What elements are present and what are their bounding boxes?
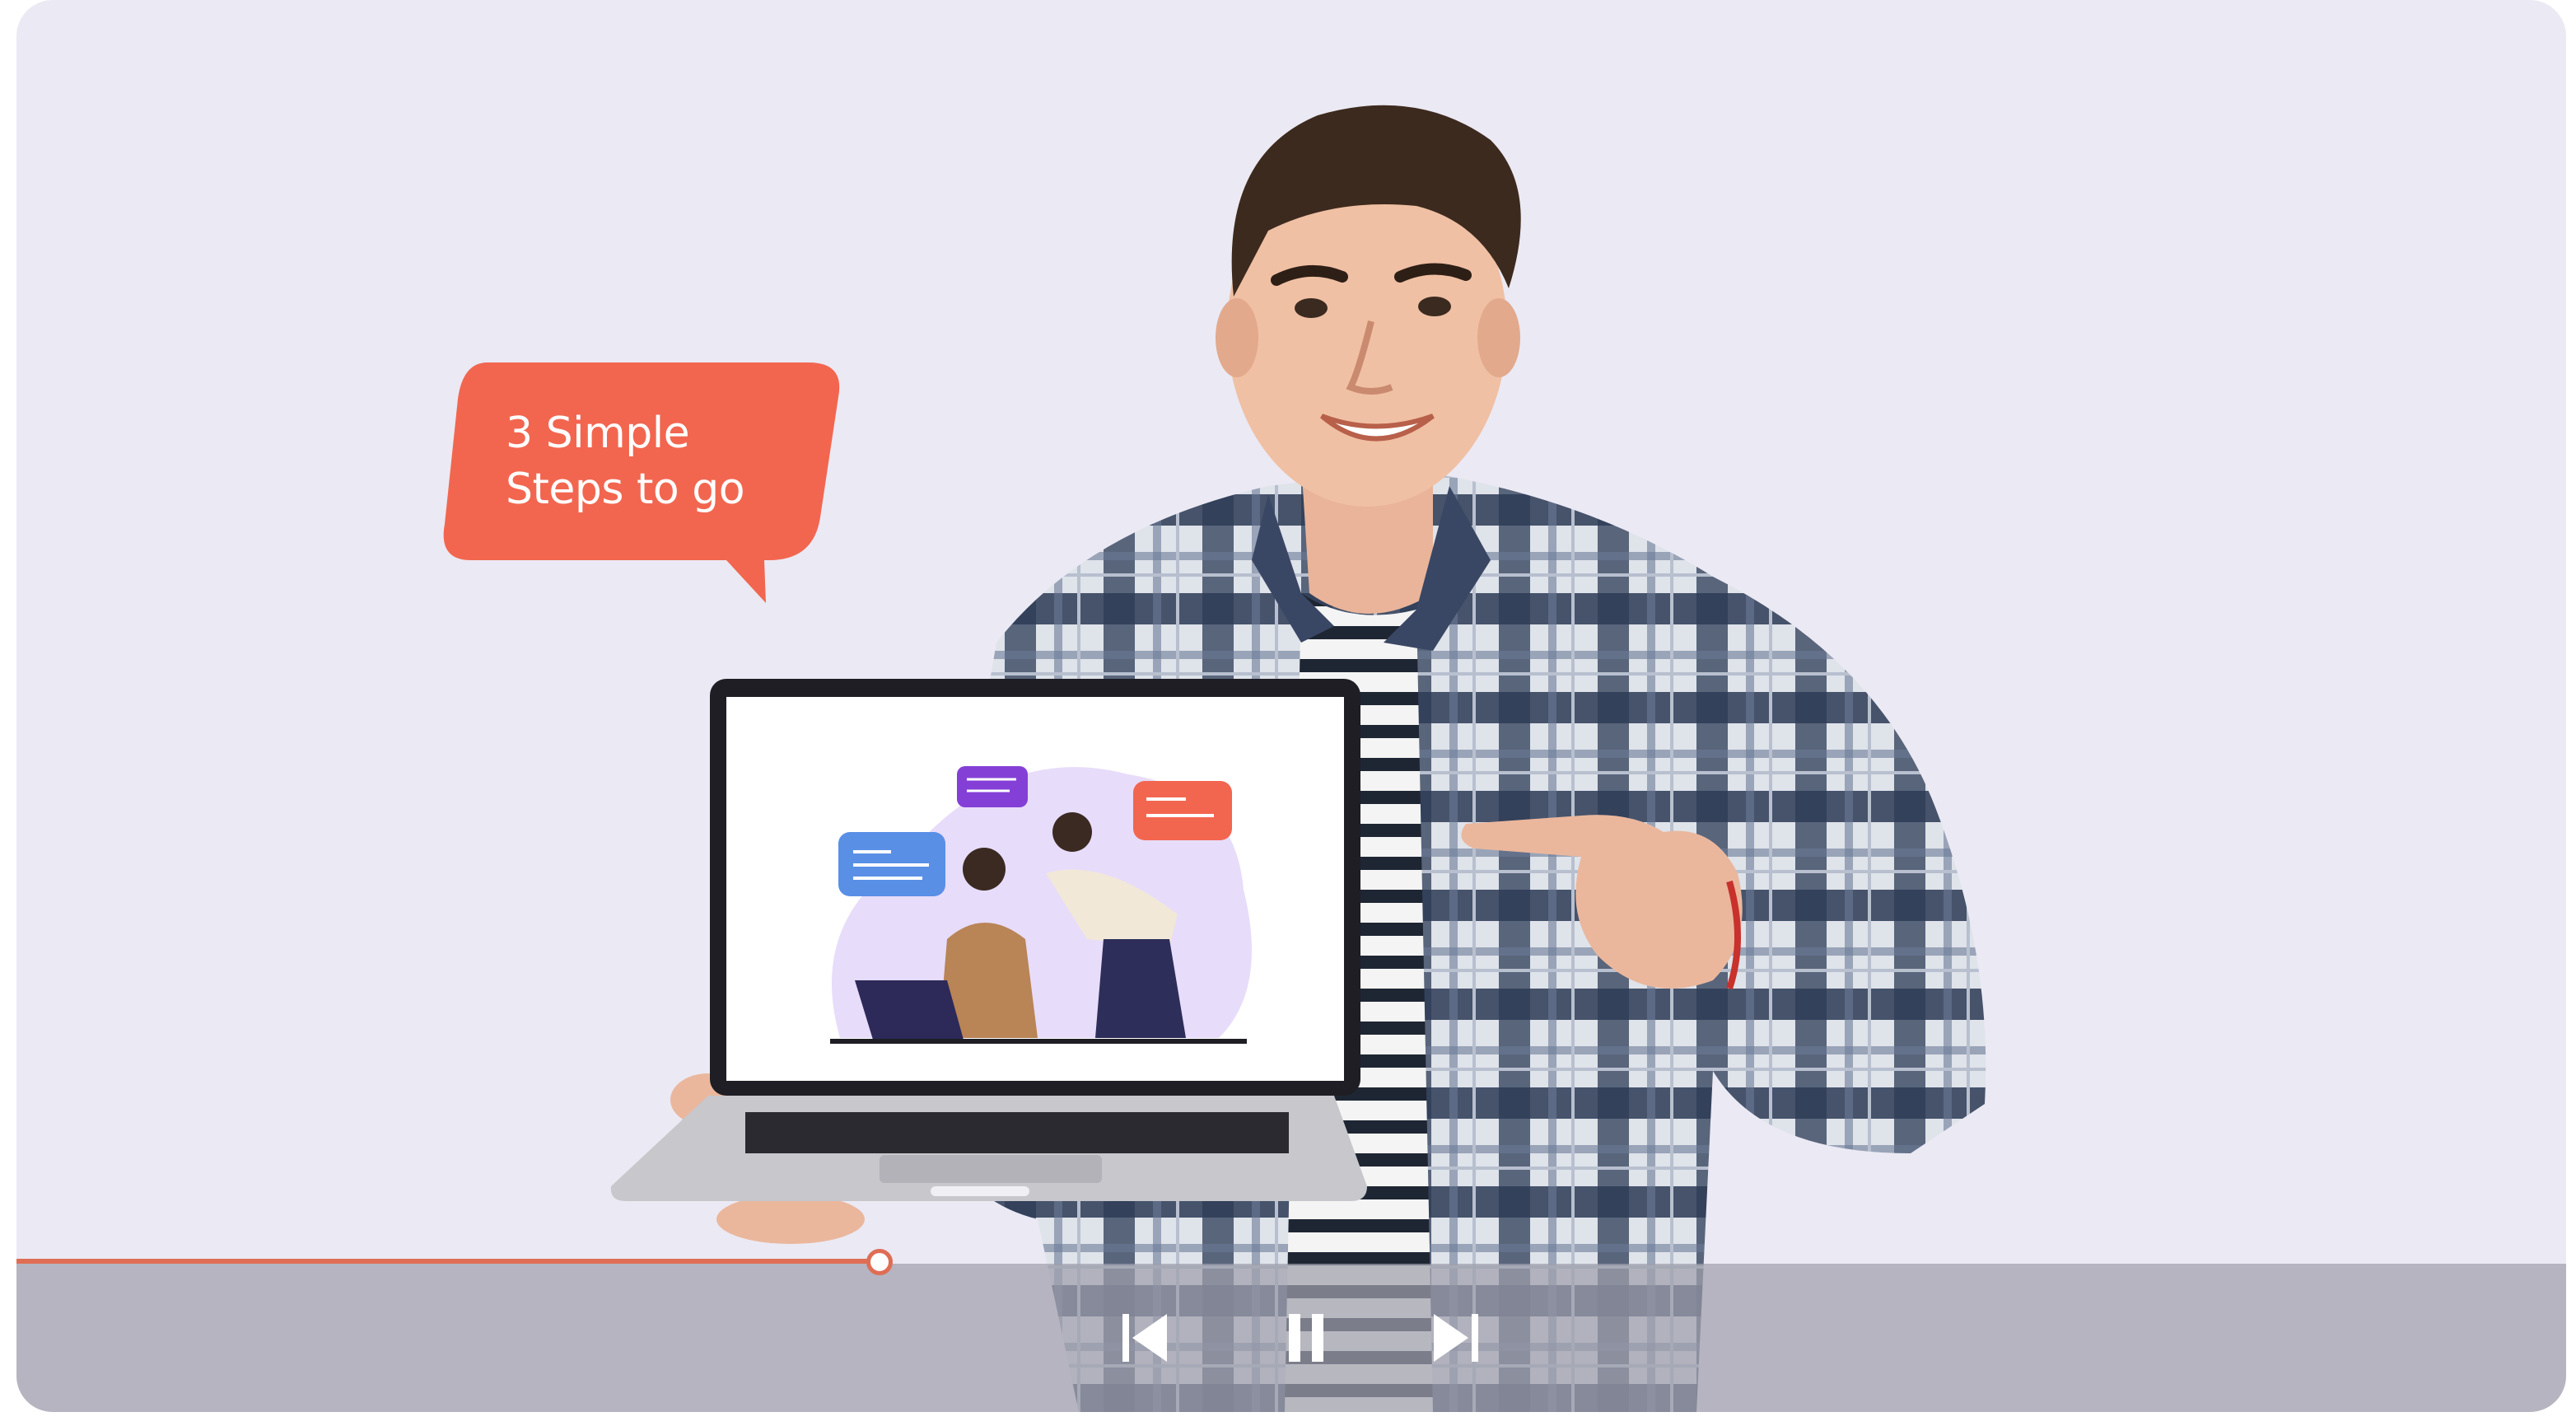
- previous-button[interactable]: [1112, 1305, 1178, 1371]
- progress-handle[interactable]: [866, 1249, 893, 1275]
- bubble-line-2: Steps to go: [506, 465, 745, 514]
- skip-next-icon: [1434, 1314, 1478, 1362]
- bubble-text: 3 Simple Steps to go: [506, 405, 819, 517]
- speech-bubble: 3 Simple Steps to go: [436, 356, 845, 613]
- control-bar: [16, 1264, 2566, 1412]
- pause-icon: [1289, 1314, 1323, 1362]
- bubble-line-1: 3 Simple: [506, 409, 690, 458]
- next-button[interactable]: [1423, 1305, 1489, 1371]
- progress-bar[interactable]: [16, 1259, 873, 1264]
- video-player[interactable]: 3 Simple Steps to go: [16, 0, 2566, 1412]
- laptop-illustration: [610, 679, 1367, 1201]
- skip-previous-icon: [1122, 1314, 1167, 1362]
- pause-button[interactable]: [1273, 1305, 1339, 1371]
